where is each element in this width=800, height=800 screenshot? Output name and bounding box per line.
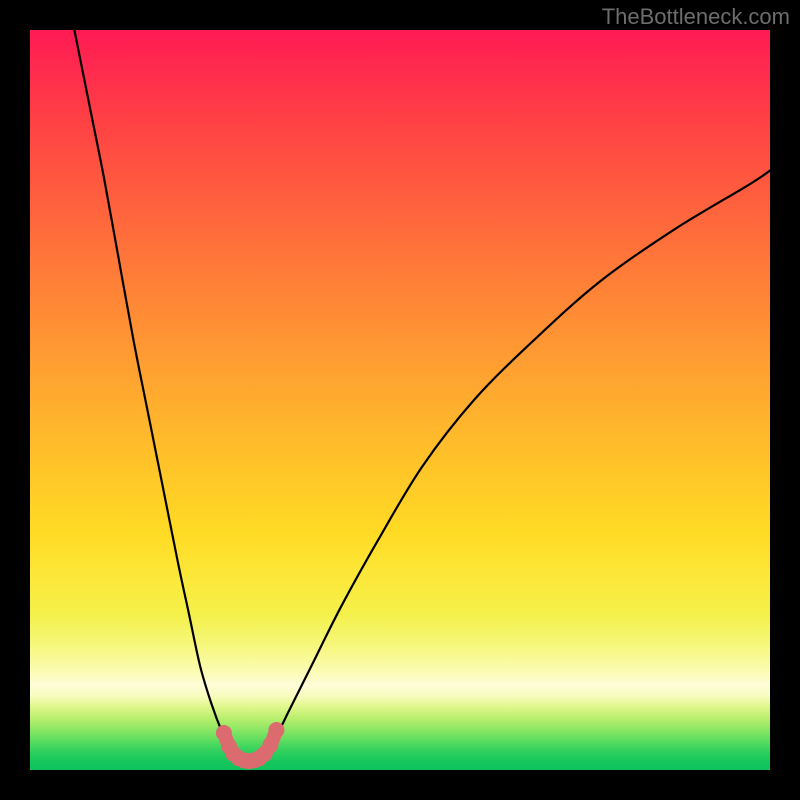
optimal-dot: [263, 737, 279, 753]
bottleneck-curve-left: [74, 30, 235, 755]
optimal-dot: [268, 722, 284, 738]
chart-frame: TheBottleneck.com: [0, 0, 800, 800]
plot-area: [30, 30, 770, 770]
chart-svg: [30, 30, 770, 770]
watermark-text: TheBottleneck.com: [602, 4, 790, 30]
bottleneck-curve-right: [263, 171, 770, 756]
series-layer: [74, 30, 770, 769]
